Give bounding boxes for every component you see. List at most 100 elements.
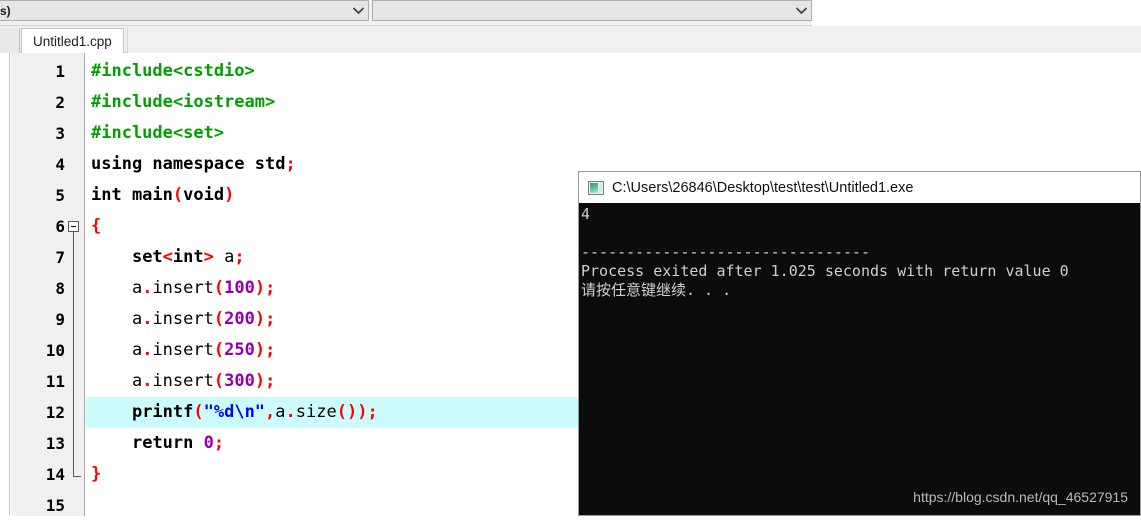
code-token-punc: ); — [254, 340, 276, 360]
tabstrip-empty-area — [127, 28, 1141, 53]
toolbar-filler — [812, 0, 1141, 23]
code-token-punc: ); — [254, 371, 276, 391]
tab-label: Untitled1.cpp — [33, 33, 112, 49]
line-number: 7 — [55, 248, 65, 267]
watermark-text: https://blog.csdn.net/qq_46527915 — [913, 489, 1128, 505]
code-line[interactable]: #include<set> — [86, 118, 224, 149]
line-number: 6 — [55, 217, 65, 236]
code-line[interactable]: using namespace std; — [86, 149, 296, 180]
code-token-id: size — [295, 402, 337, 422]
code-token-punc: < — [162, 247, 173, 267]
tab-untitled1-cpp[interactable]: Untitled1.cpp — [21, 28, 124, 53]
code-token-num: 100 — [224, 278, 255, 298]
code-token-id — [91, 402, 132, 422]
code-token-num: 250 — [224, 340, 255, 360]
editor-outer-frame — [0, 53, 10, 516]
code-token-punc: ( — [172, 185, 184, 205]
code-token-punc: ( — [213, 340, 225, 360]
code-token-punc: ; — [213, 433, 225, 453]
code-token-id: a — [91, 309, 143, 329]
code-token-id: insert — [152, 278, 214, 298]
code-token-kw: using namespace std — [91, 154, 286, 174]
code-token-id — [91, 247, 132, 267]
console-titlebar[interactable]: C:\Users\26846\Desktop\test\test\Untitle… — [579, 172, 1140, 203]
chevron-down-icon[interactable] — [348, 1, 368, 20]
line-number: 15 — [45, 496, 65, 515]
code-line[interactable]: a.insert(200); — [86, 304, 275, 335]
fold-collapse-icon[interactable] — [68, 221, 79, 232]
code-token-punc: . — [142, 340, 153, 360]
code-token-id: a — [275, 402, 286, 422]
code-line[interactable]: return 0; — [86, 428, 224, 459]
code-token-pre: #include<cstdio> — [91, 61, 255, 81]
code-token-num: 0 — [203, 433, 214, 453]
code-token-punc: . — [142, 278, 153, 298]
code-line[interactable]: #include<iostream> — [86, 87, 275, 118]
code-token-punc: ); — [254, 309, 276, 329]
code-token-kw: printf — [131, 402, 194, 422]
code-token-id: a — [91, 278, 143, 298]
code-line[interactable]: #include<cstdio> — [86, 56, 255, 87]
code-token-kw: set — [131, 247, 163, 267]
console-window[interactable]: C:\Users\26846\Desktop\test\test\Untitle… — [578, 171, 1141, 516]
code-token-punc: { — [91, 216, 102, 236]
code-token-str: "%d\n" — [203, 402, 266, 422]
code-token-id: a — [91, 371, 143, 391]
console-output-line: Process exited after 1.025 seconds with … — [581, 262, 1069, 280]
class-browser-combo[interactable]: s) — [0, 0, 369, 21]
code-token-punc: ()); — [336, 402, 378, 422]
code-token-punc: ( — [213, 309, 225, 329]
code-token-punc: ); — [254, 278, 276, 298]
code-line[interactable] — [86, 490, 91, 521]
console-output-line: -------------------------------- — [581, 243, 870, 261]
code-token-punc: . — [142, 371, 153, 391]
fold-range-end — [73, 476, 81, 477]
code-token-punc: . — [142, 309, 153, 329]
code-token-id: insert — [152, 309, 214, 329]
code-token-punc: > — [203, 247, 225, 267]
code-token-punc: ; — [234, 247, 245, 267]
chevron-down-icon[interactable] — [791, 1, 811, 20]
code-token-punc: ( — [193, 402, 204, 422]
code-token-kw: int main — [91, 185, 173, 205]
code-token-punc: } — [91, 464, 102, 484]
line-number: 11 — [45, 372, 65, 391]
code-line[interactable]: set<int> a; — [86, 242, 245, 273]
code-line[interactable]: a.insert(250); — [86, 335, 275, 366]
code-token-id: insert — [152, 371, 214, 391]
console-window-icon — [588, 180, 604, 195]
line-number: 9 — [55, 310, 65, 329]
code-line[interactable]: int main(void) — [86, 180, 234, 211]
code-token-kw: return — [131, 433, 204, 453]
code-token-id — [91, 433, 132, 453]
code-token-punc: . — [285, 402, 296, 422]
line-number: 8 — [55, 279, 65, 298]
code-line[interactable]: printf("%d\n",a.size()); — [86, 397, 378, 428]
tabstrip-left-stub — [0, 28, 20, 53]
console-title-text: C:\Users\26846\Desktop\test\test\Untitle… — [612, 179, 914, 196]
code-token-punc: ; — [285, 154, 296, 174]
code-token-num: 200 — [224, 309, 255, 329]
code-line[interactable]: a.insert(300); — [86, 366, 275, 397]
line-number: 12 — [45, 403, 65, 422]
code-token-punc: , — [265, 402, 276, 422]
code-line[interactable]: { — [86, 211, 101, 242]
console-output-line: 请按任意键继续. . . — [581, 281, 732, 299]
editor-tabstrip: Untitled1.cpp — [0, 26, 1141, 53]
code-token-punc: ( — [213, 371, 225, 391]
code-token-kw: void — [183, 185, 225, 205]
code-token-id: a — [91, 340, 143, 360]
browser-toolbar: s) — [0, 0, 1141, 23]
code-token-id: a — [224, 247, 235, 267]
code-line[interactable]: a.insert(100); — [86, 273, 275, 304]
member-browser-combo[interactable] — [372, 0, 812, 21]
line-number: 4 — [55, 155, 65, 174]
line-number: 3 — [55, 124, 65, 143]
console-output: 4 -------------------------------- Proces… — [579, 203, 1140, 515]
class-browser-combo-value: s) — [0, 3, 11, 18]
code-token-punc: ( — [213, 278, 225, 298]
line-number: 1 — [55, 62, 65, 81]
code-token-id: insert — [152, 340, 214, 360]
code-line[interactable]: } — [86, 459, 101, 490]
